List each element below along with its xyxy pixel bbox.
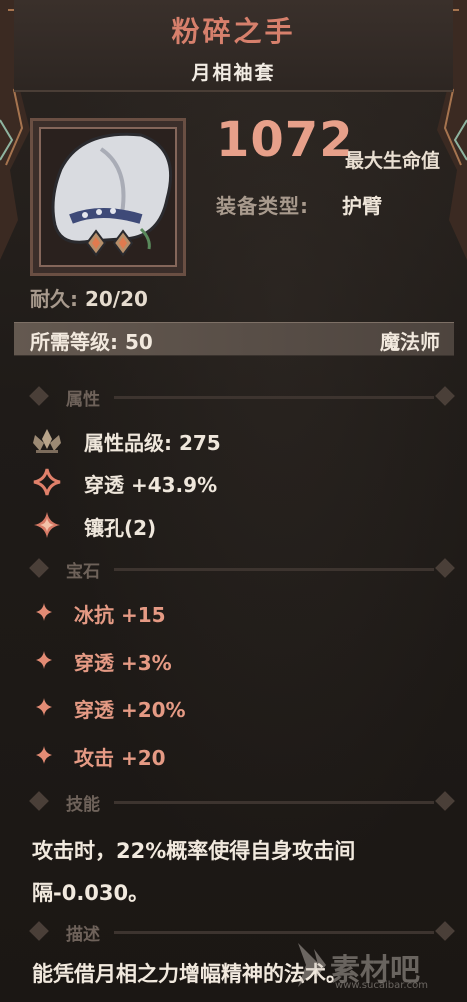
item-icon-frame	[30, 118, 186, 276]
item-subtitle: 月相袖套	[191, 62, 276, 84]
attribute-text: 穿透 +43.9%	[84, 473, 218, 497]
divider	[114, 568, 434, 571]
gem-text: 穿透 +3%	[74, 651, 172, 675]
main-stat-value: 1072	[216, 112, 354, 168]
section-attributes: 属性	[24, 385, 455, 410]
divider	[114, 931, 434, 934]
gem-star-icon	[36, 746, 52, 764]
item-name: 粉碎之手	[171, 15, 296, 48]
section-label: 技能	[66, 795, 100, 815]
durability-value: 20/20	[84, 287, 148, 311]
skill-description: 攻击时，22%概率使得自身攻击间隔-0.030。	[32, 839, 356, 905]
durability-label: 耐久:	[30, 287, 78, 311]
gem-star-icon	[36, 698, 52, 716]
requirement-bar: 所需等级: 50 魔法师	[14, 322, 454, 356]
section-label: 描述	[66, 925, 100, 945]
attribute-text: 镶孔(2)	[84, 516, 157, 540]
required-level: 所需等级: 50	[30, 330, 153, 354]
lotus-icon	[33, 429, 61, 453]
diamond-icon	[435, 791, 455, 811]
watermark-url: www.sucaibar.com	[335, 980, 428, 991]
socket-icon	[34, 512, 60, 538]
diamond-icon	[29, 921, 49, 941]
equip-type-label: 装备类型:	[216, 194, 309, 218]
gem-text: 攻击 +20	[74, 746, 166, 770]
section-label: 属性	[66, 390, 100, 410]
gem-text: 冰抗 +15	[74, 603, 166, 627]
diamond-icon	[435, 386, 455, 406]
diamond-icon	[29, 791, 49, 811]
section-gems: 宝石	[24, 557, 455, 582]
divider	[114, 801, 434, 804]
section-label: 宝石	[66, 562, 100, 582]
divider	[114, 396, 434, 399]
gem-text: 穿透 +20%	[74, 698, 186, 722]
diamond-icon	[29, 386, 49, 406]
item-tooltip-panel: 粉碎之手 月相袖套 1072 最大生命值 装备类型: 护臂 耐久: 20/20 …	[0, 0, 467, 1002]
gem-star-icon	[36, 651, 52, 669]
required-class: 魔法师	[380, 330, 440, 354]
item-icon-slot	[39, 127, 177, 267]
main-stat-label: 最大生命值	[345, 150, 441, 172]
equip-type-value: 护臂	[342, 194, 382, 218]
attribute-text: 属性品级: 275	[84, 431, 221, 455]
gauntlet-icon	[51, 132, 173, 257]
gem-star-icon	[36, 603, 52, 621]
section-skill: 技能	[24, 790, 455, 815]
diamond-icon	[29, 558, 49, 578]
durability: 耐久: 20/20	[30, 283, 148, 312]
sparkle-icon	[33, 468, 61, 496]
diamond-icon	[435, 558, 455, 578]
